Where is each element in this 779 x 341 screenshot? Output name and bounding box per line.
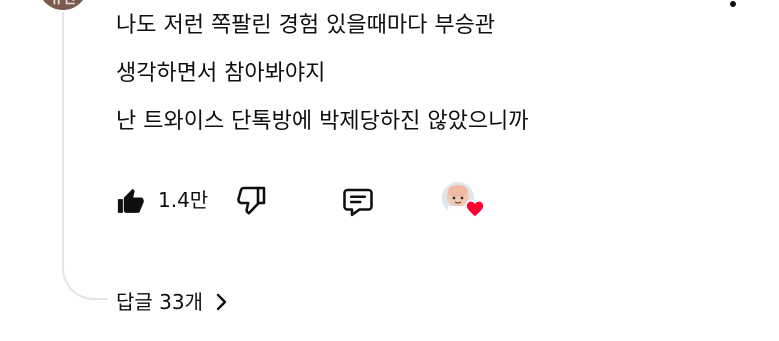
- like-count: 1.4만: [158, 188, 209, 212]
- dislike-button[interactable]: [234, 182, 270, 222]
- more-options-icon[interactable]: [730, 1, 736, 7]
- thumbs-down-icon: [237, 186, 266, 215]
- comment-reply-icon: [343, 188, 373, 217]
- comment-line-1: 나도 저런 쪽팔린 경험 있을때마다 부승관: [116, 13, 496, 38]
- like-button[interactable]: [116, 186, 146, 220]
- creator-heart-badge: [442, 182, 490, 222]
- thread-line: [62, 12, 64, 262]
- thumbs-up-icon: [117, 188, 144, 213]
- replies-label: 답글 33개: [116, 290, 204, 314]
- comment-line-2: 생각하면서 참아봐야지: [116, 61, 326, 86]
- avatar[interactable]: 유진: [38, 0, 88, 10]
- avatar-text: 유진: [38, 0, 88, 8]
- comment-text: 나도 저런 쪽팔린 경험 있을때마다 부승관 생각하면서 참아봐야지 난 트와이…: [116, 14, 716, 158]
- replies-button[interactable]: 답글 33개: [116, 286, 229, 318]
- chevron-right-icon: [216, 293, 227, 311]
- comment-line-3: 난 트와이스 단톡방에 박제당하진 않았으니까: [116, 109, 529, 134]
- reply-button[interactable]: [340, 184, 376, 224]
- thread-curve: [62, 248, 108, 300]
- heart-icon: [464, 199, 486, 218]
